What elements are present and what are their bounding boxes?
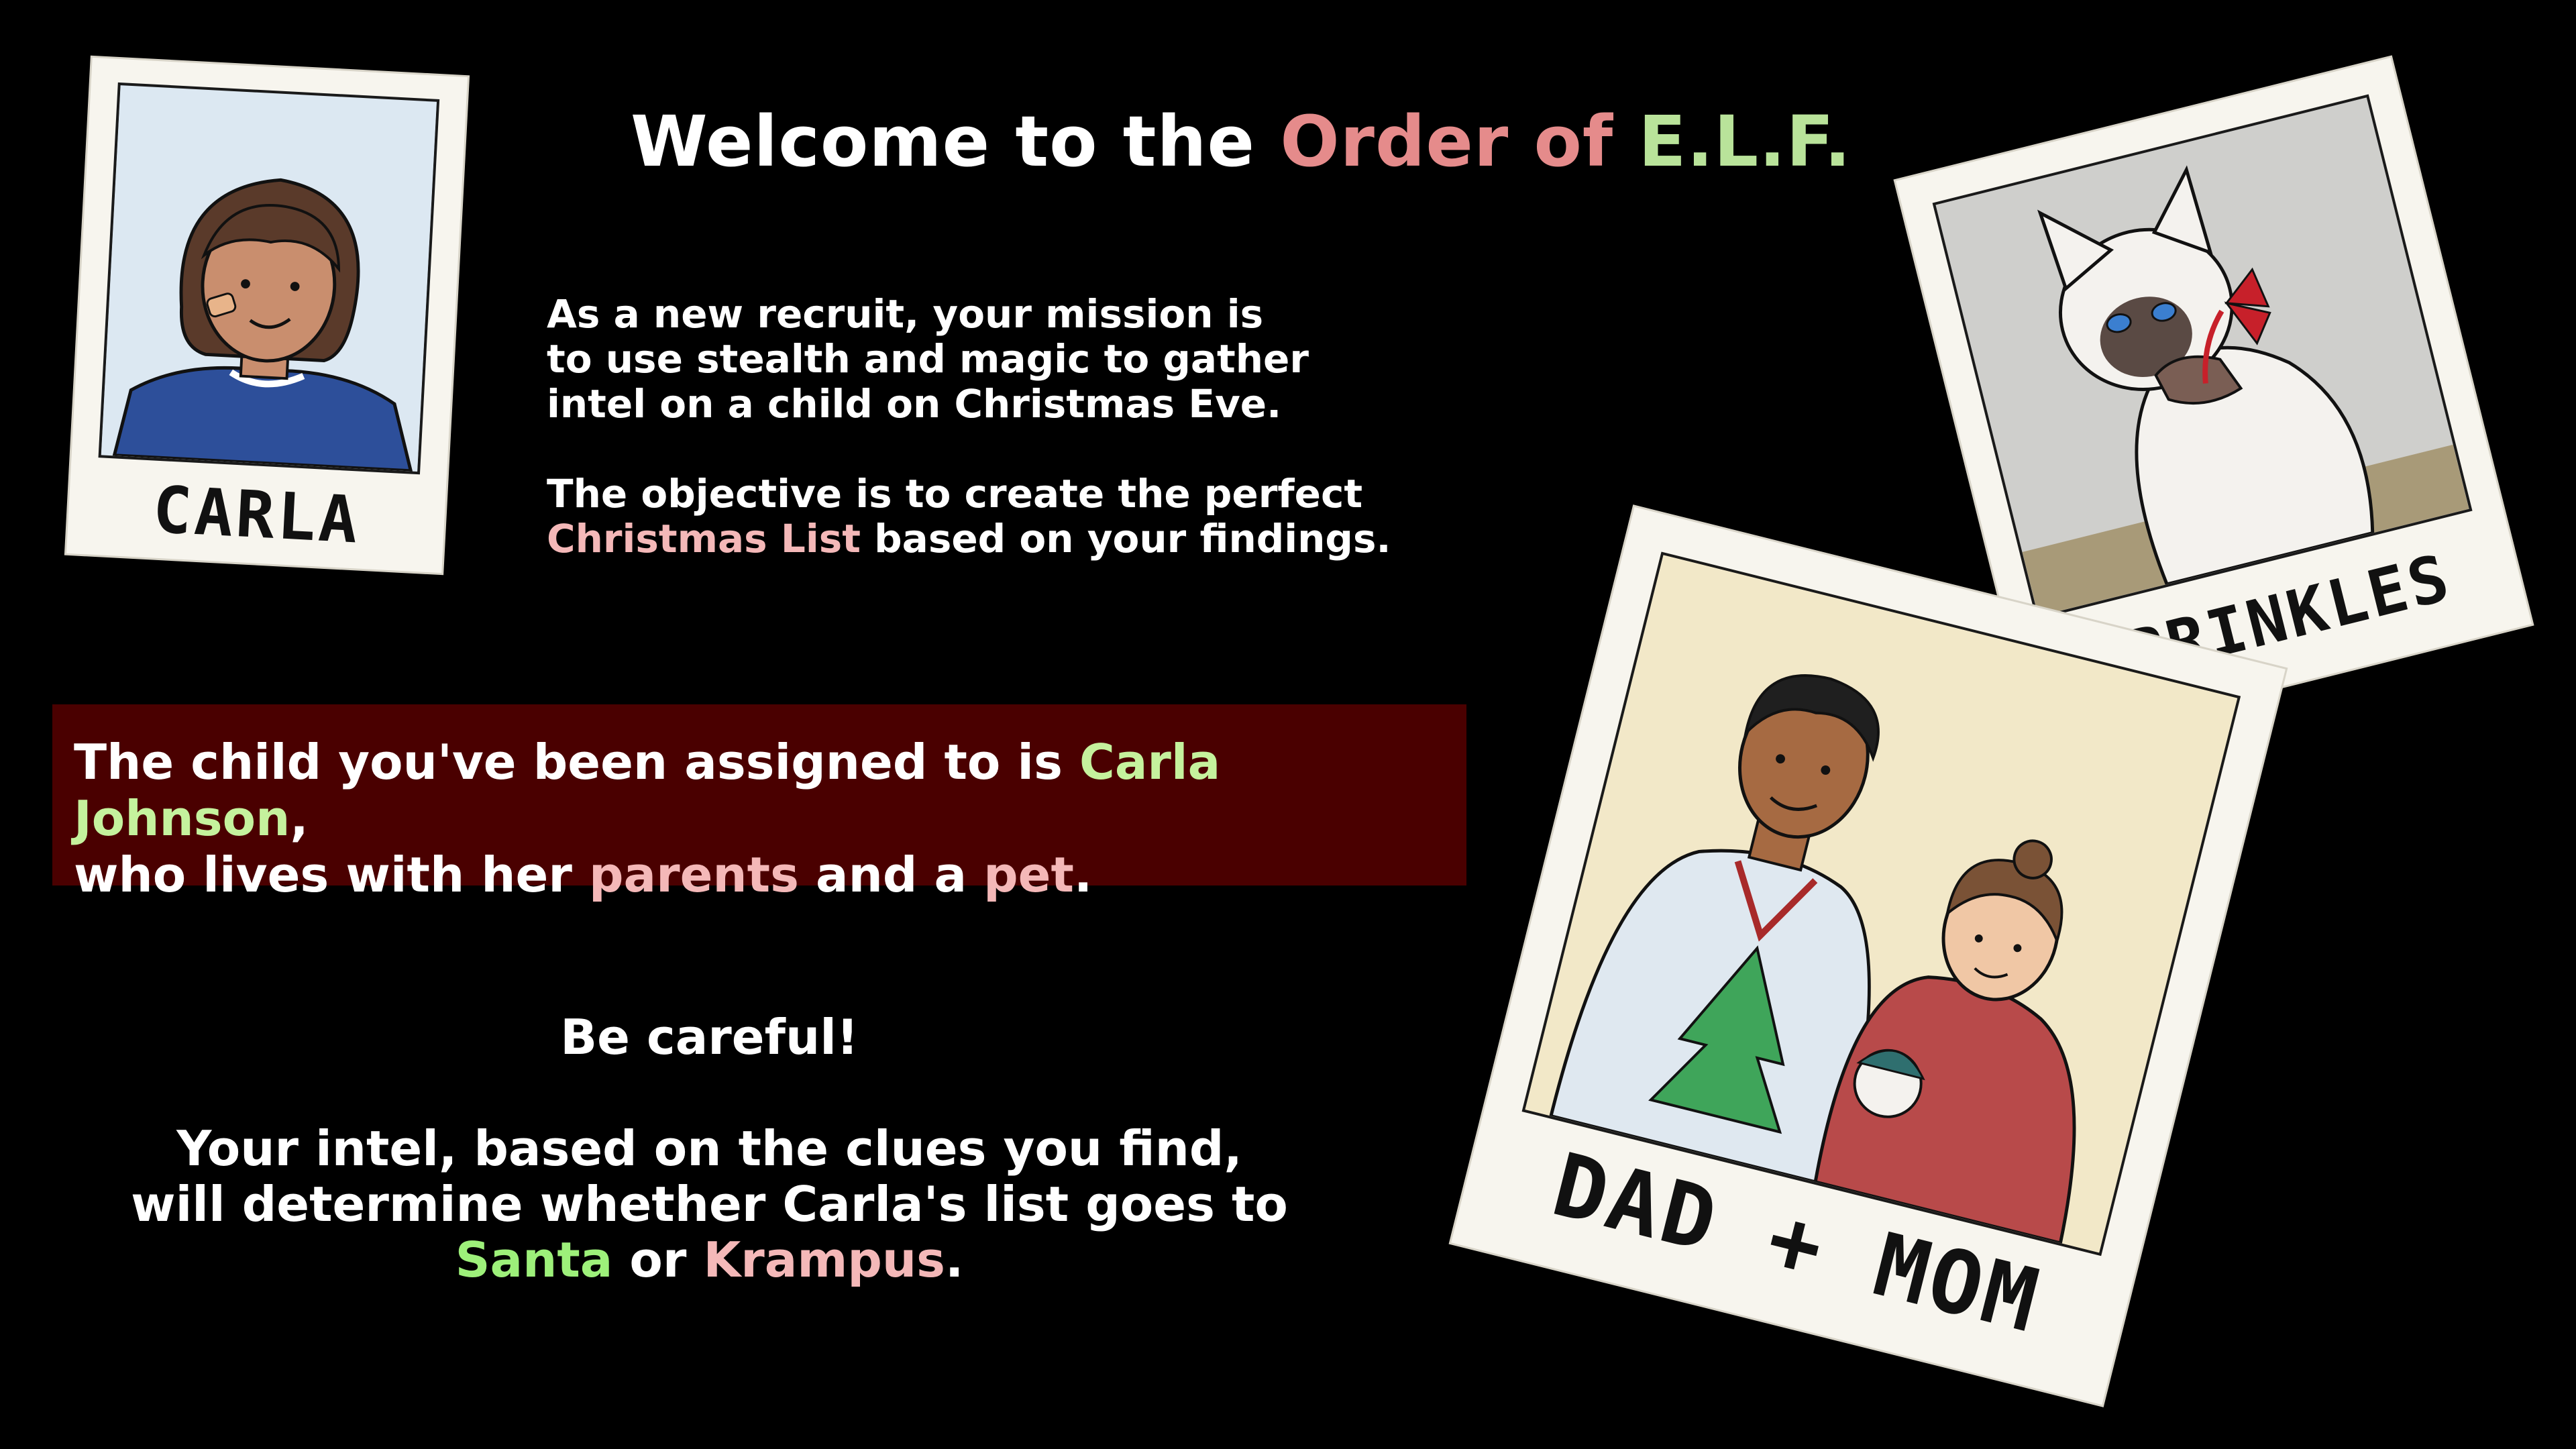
warning-or: or [612, 1232, 704, 1288]
parents-portrait-art [1525, 555, 2238, 1253]
carla-polaroid: CARLA [66, 57, 468, 574]
warning-heading: Be careful! [560, 1009, 859, 1065]
santa-highlight: Santa [455, 1232, 613, 1288]
warning-line-1: Your intel, based on the clues you find, [176, 1120, 1242, 1177]
title-order-of: Order of [1280, 101, 1639, 182]
assignment-text-3: and a [798, 847, 984, 903]
carla-portrait-art [101, 85, 437, 472]
title-welcome: Welcome to the [631, 101, 1281, 182]
assignment-text-1: The child you've been assigned to is [74, 734, 1079, 790]
warning-period: . [945, 1232, 964, 1288]
carla-caption: CARLA [151, 472, 362, 558]
warning-section: Be careful! Your intel, based on the clu… [101, 1010, 1318, 1288]
assignment-period: . [1073, 847, 1093, 903]
krampus-highlight: Krampus [703, 1232, 945, 1288]
warning-paragraph: Your intel, based on the clues you find,… [101, 1121, 1318, 1288]
pet-highlight: pet [983, 847, 1074, 903]
assignment-text-2: who lives with her [74, 847, 589, 903]
mission-line-3: intel on a child on Christmas Eve. [547, 381, 1282, 427]
sprinkles-portrait [1932, 94, 2473, 620]
objective-line-1: The objective is to create the perfect [547, 471, 1363, 517]
carla-portrait [98, 82, 440, 475]
mission-line-2: to use stealth and magic to gather [547, 336, 1309, 382]
assignment-comma: , [290, 790, 309, 847]
parents-polaroid: DAD + MOM [1451, 506, 2286, 1405]
mission-paragraph: As a new recruit, your mission is to use… [547, 292, 1486, 427]
christmas-list-highlight: Christmas List [547, 516, 861, 561]
title-elf: E.L.F. [1638, 101, 1851, 182]
objective-line-2: based on your findings. [860, 516, 1391, 561]
assignment-banner: The child you've been assigned to is Car… [52, 704, 1466, 903]
objective-paragraph: The objective is to create the perfect C… [547, 472, 1486, 561]
mission-line-1: As a new recruit, your mission is [547, 291, 1264, 337]
sprinkles-portrait-art [1935, 97, 2469, 616]
warning-line-2: will determine whether Carla's list goes… [131, 1176, 1288, 1232]
page-title: Welcome to the Order of E.L.F. [631, 101, 1851, 182]
parents-highlight: parents [588, 847, 799, 903]
mission-intro: As a new recruit, your mission is to use… [547, 292, 1486, 561]
